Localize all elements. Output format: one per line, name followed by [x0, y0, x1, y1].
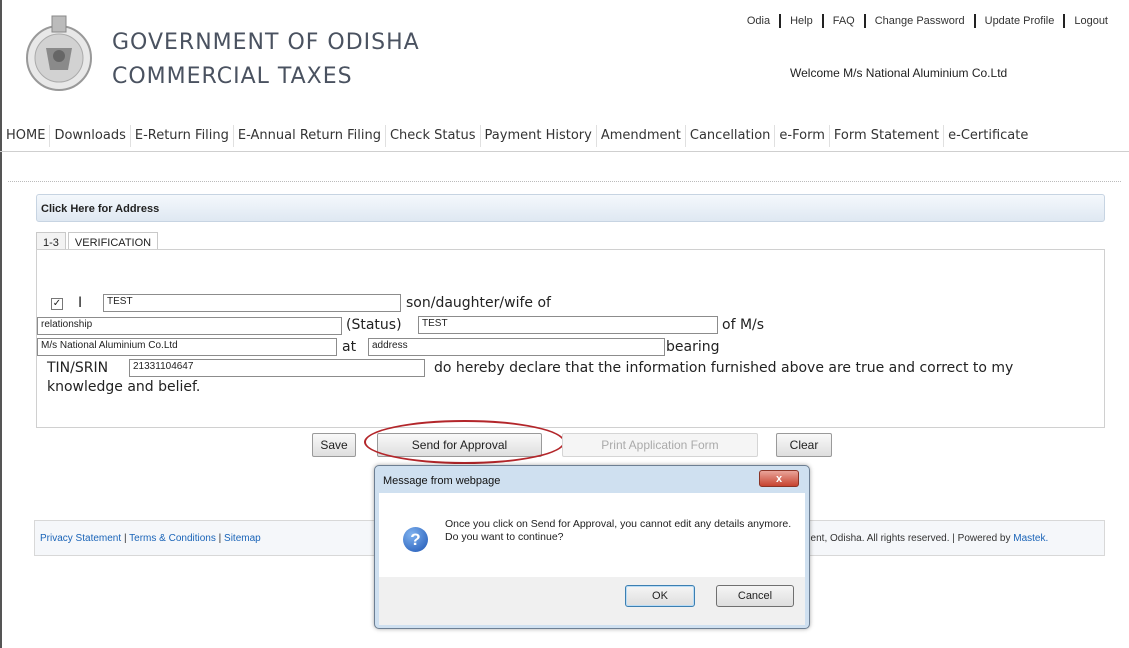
terms-conditions-link[interactable]: Terms & Conditions: [129, 533, 216, 544]
dialog-title: Message from webpage: [383, 475, 501, 487]
of-ms-label: of M/s: [722, 317, 765, 333]
declaration-text: do hereby declare that the information f…: [434, 360, 1014, 376]
declaration-checkbox[interactable]: ✓: [51, 298, 63, 310]
dialog-body: ? Once you click on Send for Approval, y…: [379, 493, 805, 577]
ok-button[interactable]: OK: [625, 585, 695, 607]
header-title: GOVERNMENT OF ODISHA: [112, 30, 420, 55]
bearing-label: bearing: [666, 339, 720, 355]
nav-item-downloads[interactable]: Downloads: [50, 124, 131, 147]
link-logout[interactable]: Logout: [1065, 15, 1117, 27]
nav-item-home[interactable]: HOME: [0, 124, 51, 147]
address-toggle-bar[interactable]: Click Here for Address: [36, 194, 1105, 222]
nav-item-e-annual-return-filing[interactable]: E-Annual Return Filing: [234, 124, 386, 147]
nav-item-check-status[interactable]: Check Status: [386, 124, 481, 147]
mastek-link[interactable]: Mastek.: [1013, 533, 1048, 544]
nav-item-amendment[interactable]: Amendment: [597, 124, 686, 147]
odisha-emblem-logo: [26, 15, 92, 91]
footer-links: Privacy Statement | Terms & Conditions |…: [40, 533, 261, 544]
son-daughter-wife-label: son/daughter/wife of: [406, 295, 551, 311]
address-field[interactable]: address: [368, 338, 665, 356]
dialog-footer: OK Cancel: [379, 577, 805, 625]
verification-panel: ✓ I TEST son/daughter/wife of relationsh…: [36, 249, 1105, 428]
privacy-statement-link[interactable]: Privacy Statement: [40, 533, 121, 544]
sitemap-link[interactable]: Sitemap: [224, 533, 261, 544]
i-label: I: [78, 295, 83, 311]
nav-item-e-certificate[interactable]: e-Certificate: [944, 125, 1032, 147]
welcome-message: Welcome M/s National Aluminium Co.Ltd: [790, 66, 1008, 80]
declaration-text-continued: knowledge and belief.: [47, 379, 201, 395]
tin-srin-label: TIN/SRIN: [47, 360, 109, 376]
clear-button[interactable]: Clear: [776, 433, 832, 457]
status-label: (Status): [346, 317, 402, 333]
save-button[interactable]: Save: [312, 433, 356, 457]
footer-separator: |: [218, 533, 222, 544]
copyright-text: nent, Odisha. All rights reserved. | Pow…: [805, 533, 1011, 544]
dialog-close-button[interactable]: x: [759, 470, 799, 487]
footer-separator: |: [123, 533, 127, 544]
nav-item-e-return-filing[interactable]: E-Return Filing: [131, 124, 234, 147]
footer-copyright: nent, Odisha. All rights reserved. | Pow…: [805, 533, 1048, 544]
header-subtitle: COMMERCIAL TAXES: [112, 64, 353, 89]
dialog-message: Once you click on Send for Approval, you…: [445, 518, 792, 543]
relationship-field[interactable]: relationship: [37, 317, 342, 335]
message-dialog: Message from webpage x ? Once you click …: [374, 465, 810, 629]
nav-item-cancellation[interactable]: Cancellation: [686, 124, 776, 147]
status-field[interactable]: TEST: [418, 316, 718, 334]
nav-item-form-statement[interactable]: Form Statement: [830, 124, 945, 147]
nav-item-payment-history[interactable]: Payment History: [481, 124, 597, 147]
tin-srin-field[interactable]: 21331104647: [129, 359, 425, 377]
link-update-profile[interactable]: Update Profile: [976, 15, 1064, 27]
link-faq[interactable]: FAQ: [824, 15, 864, 27]
at-label: at: [342, 339, 357, 355]
link-change-password[interactable]: Change Password: [866, 15, 974, 27]
company-name-field[interactable]: M/s National Aluminium Co.Ltd: [37, 338, 337, 356]
link-odia[interactable]: Odia: [738, 15, 779, 27]
question-icon: ?: [403, 527, 428, 552]
print-application-form-button[interactable]: Print Application Form: [562, 433, 758, 457]
window-left-border: [0, 0, 4, 648]
name-field[interactable]: TEST: [103, 294, 401, 312]
nav-item-e-form[interactable]: e-Form: [775, 124, 830, 147]
main-nav: HOME Downloads E-Return Filing E-Annual …: [0, 120, 1129, 152]
dotted-divider: [8, 181, 1121, 182]
cancel-button[interactable]: Cancel: [716, 585, 794, 607]
highlight-oval: [364, 420, 565, 464]
top-links: Odia Help FAQ Change Password Update Pro…: [738, 14, 1117, 28]
link-help[interactable]: Help: [781, 15, 822, 27]
